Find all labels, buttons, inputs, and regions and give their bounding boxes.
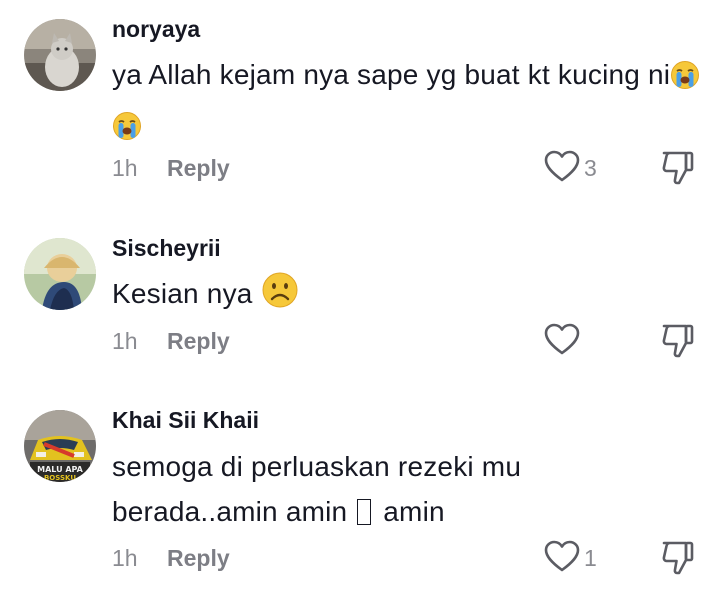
reply-button[interactable]: Reply (167, 328, 230, 355)
comment-text-segment: amin (383, 496, 445, 527)
cat-avatar-image (24, 19, 96, 91)
avatar[interactable]: MALU APA BOSSKU (24, 410, 96, 482)
like-button[interactable] (542, 537, 582, 577)
comment-username[interactable]: Khai Sii Khaii (112, 407, 259, 434)
dislike-button[interactable] (658, 147, 698, 187)
like-count: 1 (584, 545, 597, 571)
comment-text-body: ya Allah kejam nya sape yg buat kt kucin… (112, 59, 671, 90)
avatar[interactable] (24, 238, 96, 310)
heart-icon (544, 540, 580, 572)
comment-text-line: semoga di perluaskan rezeki mu (112, 451, 522, 482)
thumbs-down-icon (662, 541, 694, 575)
car-avatar-image: MALU APA BOSSKU (24, 410, 96, 482)
comment-text: semoga di perluaskan rezeki mu berada..a… (112, 444, 704, 534)
comment-meta: 1h Reply (112, 155, 230, 182)
like-button[interactable] (542, 320, 582, 360)
heart-icon (544, 323, 580, 355)
comment-text: Kesian nya (112, 271, 704, 322)
person-avatar-image (24, 238, 96, 310)
comment-text-body: Kesian nya (112, 278, 253, 309)
avatar-text: BOSSKU (44, 474, 76, 482)
comment-timestamp: 1h (112, 155, 138, 181)
thumbs-down-icon (662, 151, 694, 185)
frowning-face-icon (261, 271, 299, 322)
avatar[interactable] (24, 19, 96, 91)
comment-text-segment: berada..amin amin (112, 496, 348, 527)
comment-timestamp: 1h (112, 328, 138, 354)
comment-username[interactable]: Sischeyrii (112, 235, 221, 262)
comment-meta: 1h Reply (112, 545, 230, 572)
heart-icon (544, 150, 580, 182)
avatar-text: MALU APA (37, 465, 84, 474)
comment-meta: 1h Reply (112, 328, 230, 355)
comment-timestamp: 1h (112, 545, 138, 571)
loudly-crying-face-icon (670, 58, 700, 103)
like-count: 3 (584, 155, 597, 181)
comment-text-line: berada..amin amin amin (112, 489, 704, 534)
missing-emoji-icon (357, 499, 372, 525)
like-button[interactable] (542, 147, 582, 187)
reply-button[interactable]: Reply (167, 545, 230, 572)
thumbs-down-icon (662, 324, 694, 358)
comment-text: ya Allah kejam nya sape yg buat kt kucin… (112, 52, 704, 154)
dislike-button[interactable] (658, 537, 698, 577)
comment-username[interactable]: noryaya (112, 16, 200, 43)
reply-button[interactable]: Reply (167, 155, 230, 182)
loudly-crying-face-icon (112, 109, 142, 154)
dislike-button[interactable] (658, 320, 698, 360)
